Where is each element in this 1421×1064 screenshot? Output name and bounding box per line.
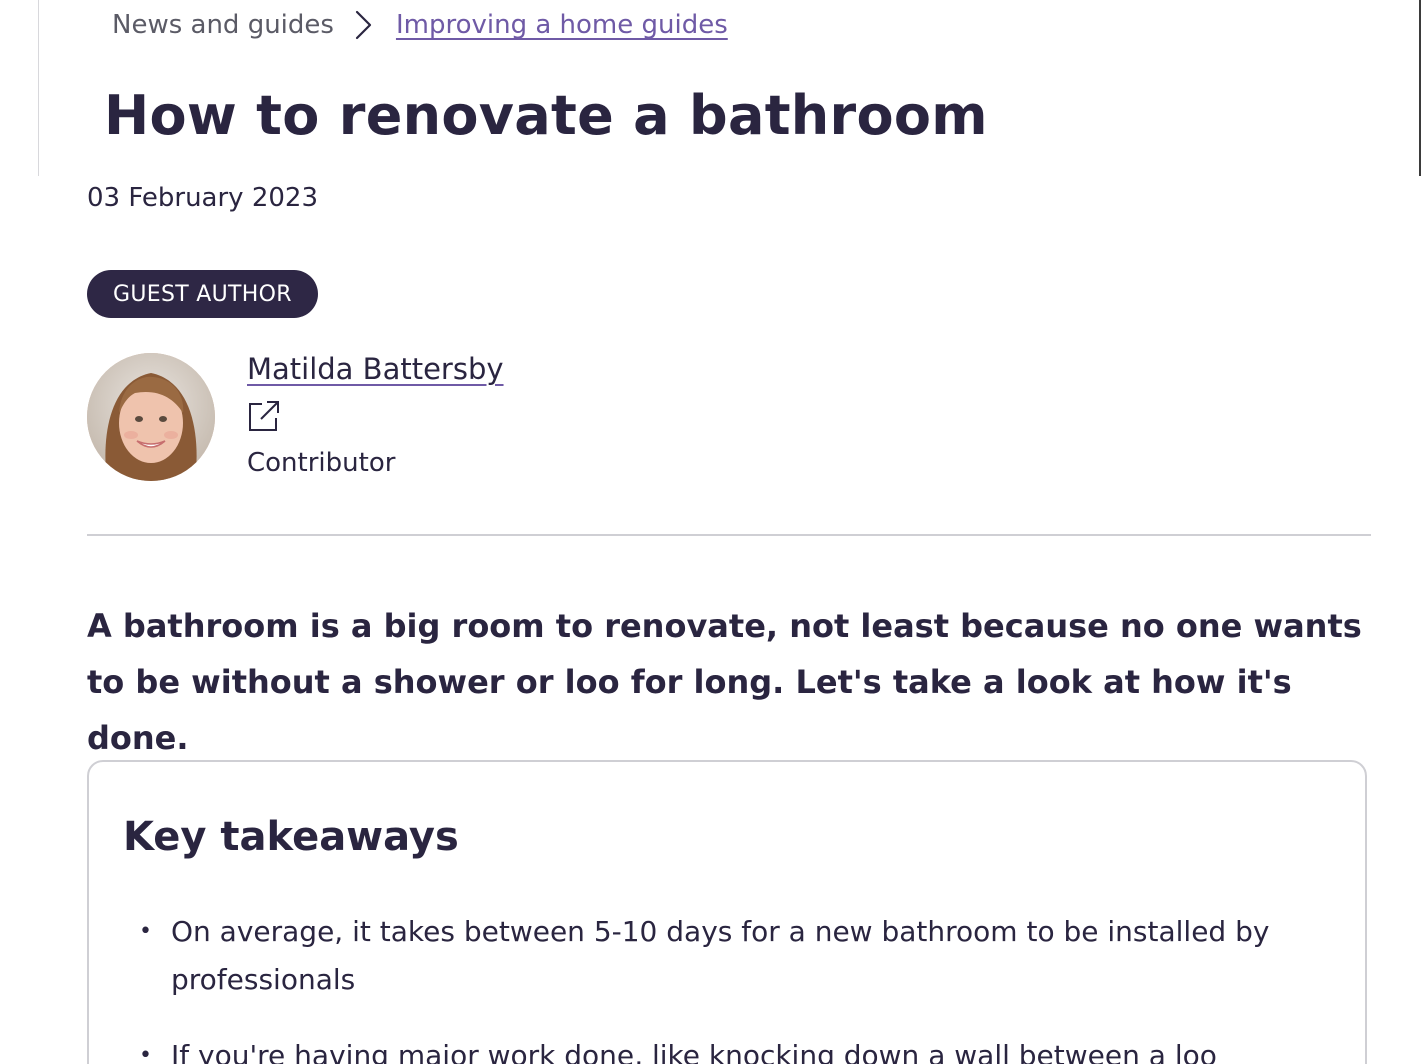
author-name-link[interactable]: Matilda Battersby	[247, 352, 504, 386]
takeaway-text: On average, it takes between 5-10 days f…	[171, 915, 1270, 996]
guest-author-badge: GUEST AUTHOR	[87, 270, 318, 318]
key-takeaways-heading: Key takeaways	[123, 814, 459, 860]
author-avatar	[87, 353, 215, 481]
breadcrumb-link-improving-a-home-guides[interactable]: Improving a home guides	[396, 10, 728, 40]
article-page: News and guides Improving a home guides …	[0, 0, 1421, 1064]
key-takeaways-list: • On average, it takes between 5-10 days…	[123, 908, 1333, 1064]
external-link-icon[interactable]	[247, 399, 281, 433]
list-item: • If you're having major work done, like…	[123, 1032, 1333, 1064]
chevron-right-icon	[355, 10, 372, 40]
author-photo	[87, 353, 215, 481]
section-divider	[87, 534, 1371, 536]
left-border	[38, 0, 39, 176]
key-takeaways-box: Key takeaways • On average, it takes bet…	[87, 760, 1367, 1064]
author-role: Contributor	[247, 448, 396, 478]
takeaway-text: If you're having major work done, like k…	[171, 1039, 1217, 1064]
bullet-icon: •	[139, 1043, 152, 1064]
page-title: How to renovate a bathroom	[104, 84, 988, 147]
publish-date: 03 February 2023	[87, 183, 318, 213]
list-item: • On average, it takes between 5-10 days…	[123, 908, 1333, 1004]
breadcrumb: News and guides Improving a home guides	[112, 6, 728, 44]
breadcrumb-link-news-and-guides[interactable]: News and guides	[112, 10, 334, 40]
article-intro: A bathroom is a big room to renovate, no…	[87, 607, 1362, 757]
bullet-icon: •	[139, 919, 152, 944]
